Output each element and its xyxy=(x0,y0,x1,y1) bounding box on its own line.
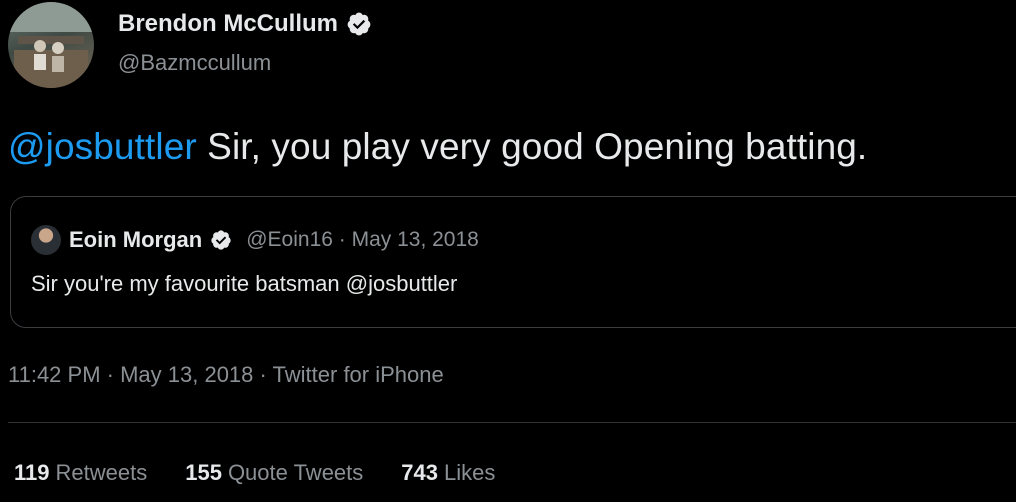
quoted-tweet-meta: @Eoin16 · May 13, 2018 xyxy=(246,228,479,251)
author-avatar[interactable] xyxy=(8,2,94,88)
verified-badge-icon xyxy=(211,230,231,250)
quoted-tweet-header: Eoin Morgan @Eoin16 · May 13, 2018 xyxy=(31,225,479,255)
likes-label: Likes xyxy=(444,460,496,485)
quoted-author-name[interactable]: Eoin Morgan xyxy=(69,227,202,253)
quoted-tweet-card[interactable]: Eoin Morgan @Eoin16 · May 13, 2018 Sir y… xyxy=(10,196,1016,328)
author-name-row[interactable]: Brendon McCullum xyxy=(118,10,372,38)
mention-link[interactable]: @josbuttler xyxy=(8,126,197,167)
quoted-tweet-text: Sir you're my favourite batsman @josbutt… xyxy=(31,271,458,296)
engagement-stats: 119 Retweets 155 Quote Tweets 743 Likes xyxy=(14,460,495,486)
retweets-count: 119 xyxy=(14,460,50,485)
avatar-photo xyxy=(8,2,94,88)
divider xyxy=(8,422,1016,423)
tweet-container: Brendon McCullum @Bazmccullum @josbuttle… xyxy=(0,0,1016,502)
quoted-author-avatar[interactable] xyxy=(31,225,61,255)
retweets-label: Retweets xyxy=(55,460,148,485)
verified-badge-icon xyxy=(347,12,371,36)
tweet-timestamp[interactable]: 11:42 PM · May 13, 2018 · Twitter for iP… xyxy=(8,362,444,388)
quote-tweets-count: 155 xyxy=(185,460,222,485)
retweets-stat[interactable]: 119 Retweets xyxy=(14,460,147,486)
quote-tweets-label: Quote Tweets xyxy=(227,460,364,485)
quote-tweets-stat[interactable]: 155 Quote Tweets xyxy=(185,460,363,486)
author-handle[interactable]: @Bazmccullum xyxy=(118,50,271,76)
likes-stat[interactable]: 743 Likes xyxy=(401,460,495,486)
author-name[interactable]: Brendon McCullum xyxy=(118,10,338,38)
tweet-text: @josbuttler Sir, you play very good Open… xyxy=(8,126,867,168)
likes-count: 743 xyxy=(401,460,438,485)
tweet-body: Sir, you play very good Opening batting. xyxy=(196,126,868,167)
